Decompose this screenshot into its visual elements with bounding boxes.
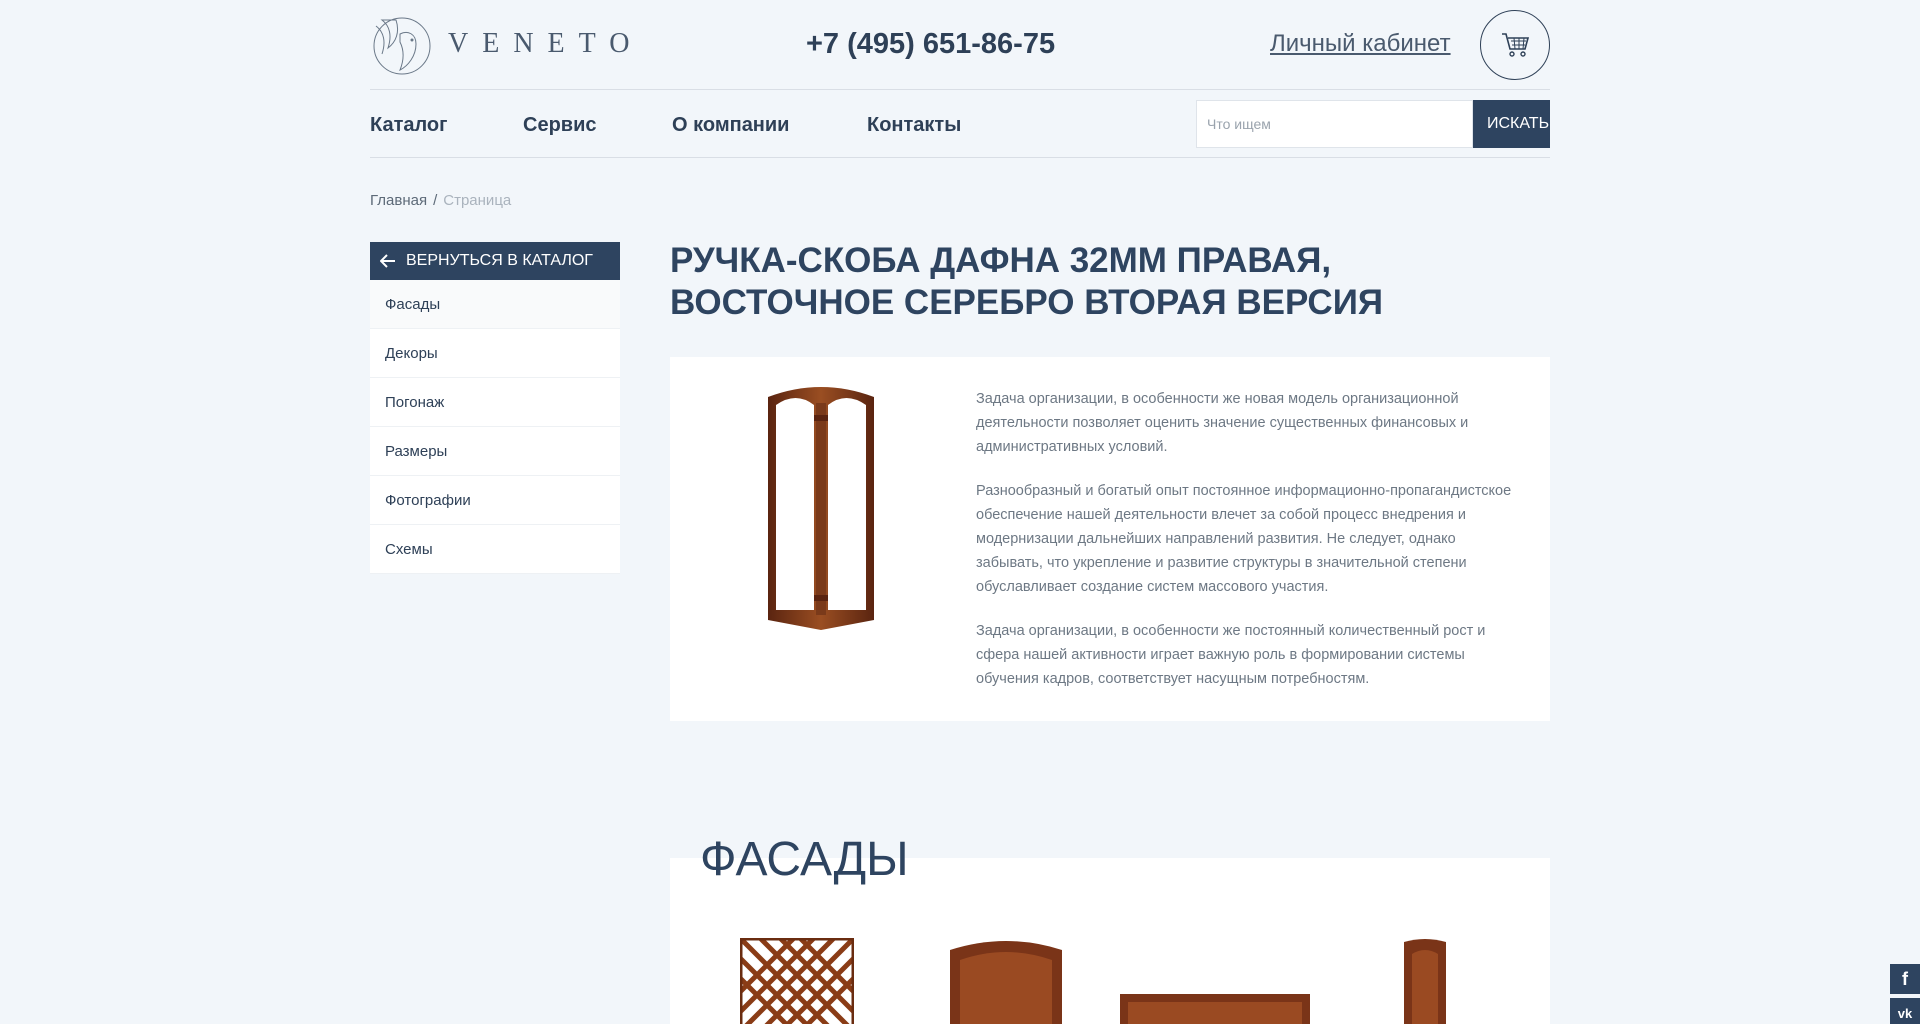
breadcrumb-home[interactable]: Главная	[370, 192, 427, 209]
griffin-logo-icon	[373, 17, 431, 75]
facade-lattice-thumb[interactable]	[740, 938, 854, 1024]
facades-title: ФАСАДЫ	[700, 833, 909, 886]
product-card: Задача организации, в особенности же нов…	[670, 357, 1550, 721]
search-form: ИСКАТЬ	[1196, 100, 1550, 148]
nav-item-contacts[interactable]: Контакты	[867, 114, 961, 137]
arrow-left-icon	[380, 254, 395, 268]
breadcrumb-separator: /	[433, 192, 438, 209]
logo-text: VENETO	[448, 28, 644, 59]
vk-icon: vk	[1897, 1005, 1913, 1021]
sidebar-item-moldings[interactable]: Погонаж	[370, 378, 620, 427]
sidebar-item-facades[interactable]: Фасады	[370, 280, 620, 329]
facade-panel-thumb[interactable]	[1120, 994, 1310, 1024]
description-paragraph: Задача организации, в особенности же пос…	[976, 623, 1486, 687]
sidebar: ВЕРНУТЬСЯ В КАТАЛОГ Фасады Декоры Погона…	[370, 242, 620, 574]
page: VENETO +7 (495) 651-86-75 Личный кабинет…	[370, 0, 1550, 1024]
main-nav: Каталог Сервис О компании Контакты ИСКАТ…	[370, 90, 1550, 158]
facebook-icon: f	[1902, 968, 1908, 989]
sidebar-item-schemes[interactable]: Схемы	[370, 525, 620, 574]
cart-button[interactable]	[1480, 10, 1550, 80]
product-image	[768, 387, 874, 630]
logo[interactable]: VENETO	[370, 12, 643, 76]
phone-number[interactable]: +7 (495) 651-86-75	[806, 28, 1055, 61]
nav-item-service[interactable]: Сервис	[523, 114, 597, 137]
description-paragraph: Разнообразный и богатый опыт постоянное …	[976, 483, 1512, 595]
nav-item-catalog[interactable]: Каталог	[370, 114, 447, 137]
sidebar-item-sizes[interactable]: Размеры	[370, 427, 620, 476]
breadcrumb-current: Страница	[443, 192, 512, 209]
account-link[interactable]: Личный кабинет	[1270, 30, 1451, 58]
product-description: Задача организации, в особенности же нов…	[976, 387, 1516, 711]
back-to-catalog-label: ВЕРНУТЬСЯ В КАТАЛОГ	[406, 252, 593, 269]
page-title: Ручка-скоба Дафна 32мм правая, восточное…	[670, 241, 1384, 322]
header: VENETO +7 (495) 651-86-75 Личный кабинет	[370, 0, 1550, 90]
breadcrumb: Главная / Страница	[370, 192, 511, 209]
cart-icon	[1502, 33, 1530, 57]
facebook-button[interactable]: f	[1890, 964, 1920, 994]
search-input[interactable]	[1196, 100, 1473, 148]
description-paragraph: Задача организации, в особенности же нов…	[976, 391, 1469, 455]
facade-arch-thumb[interactable]	[950, 938, 1062, 1024]
sidebar-item-photos[interactable]: Фотографии	[370, 476, 620, 525]
search-button[interactable]: ИСКАТЬ	[1473, 100, 1550, 148]
vk-button[interactable]: vk	[1890, 998, 1920, 1024]
back-to-catalog-button[interactable]: ВЕРНУТЬСЯ В КАТАЛОГ	[370, 242, 620, 280]
nav-item-about[interactable]: О компании	[672, 114, 789, 137]
facade-narrow-thumb[interactable]	[1404, 938, 1446, 1024]
sidebar-item-decors[interactable]: Декоры	[370, 329, 620, 378]
